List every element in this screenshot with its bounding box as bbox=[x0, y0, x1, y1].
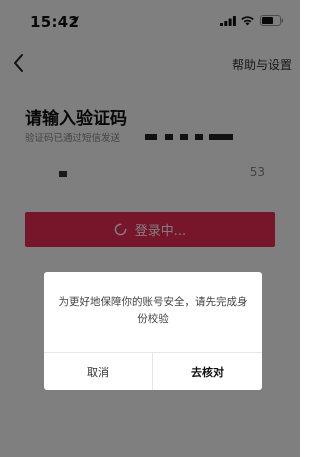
verify-button[interactable]: 去核对 bbox=[153, 353, 262, 390]
cancel-button[interactable]: 取消 bbox=[44, 353, 152, 390]
dialog-message: 为更好地保障你的账号安全，请先完成身份校验 bbox=[58, 296, 248, 325]
identity-verification-dialog: 为更好地保障你的账号安全，请先完成身份校验 取消 去核对 bbox=[44, 272, 262, 390]
